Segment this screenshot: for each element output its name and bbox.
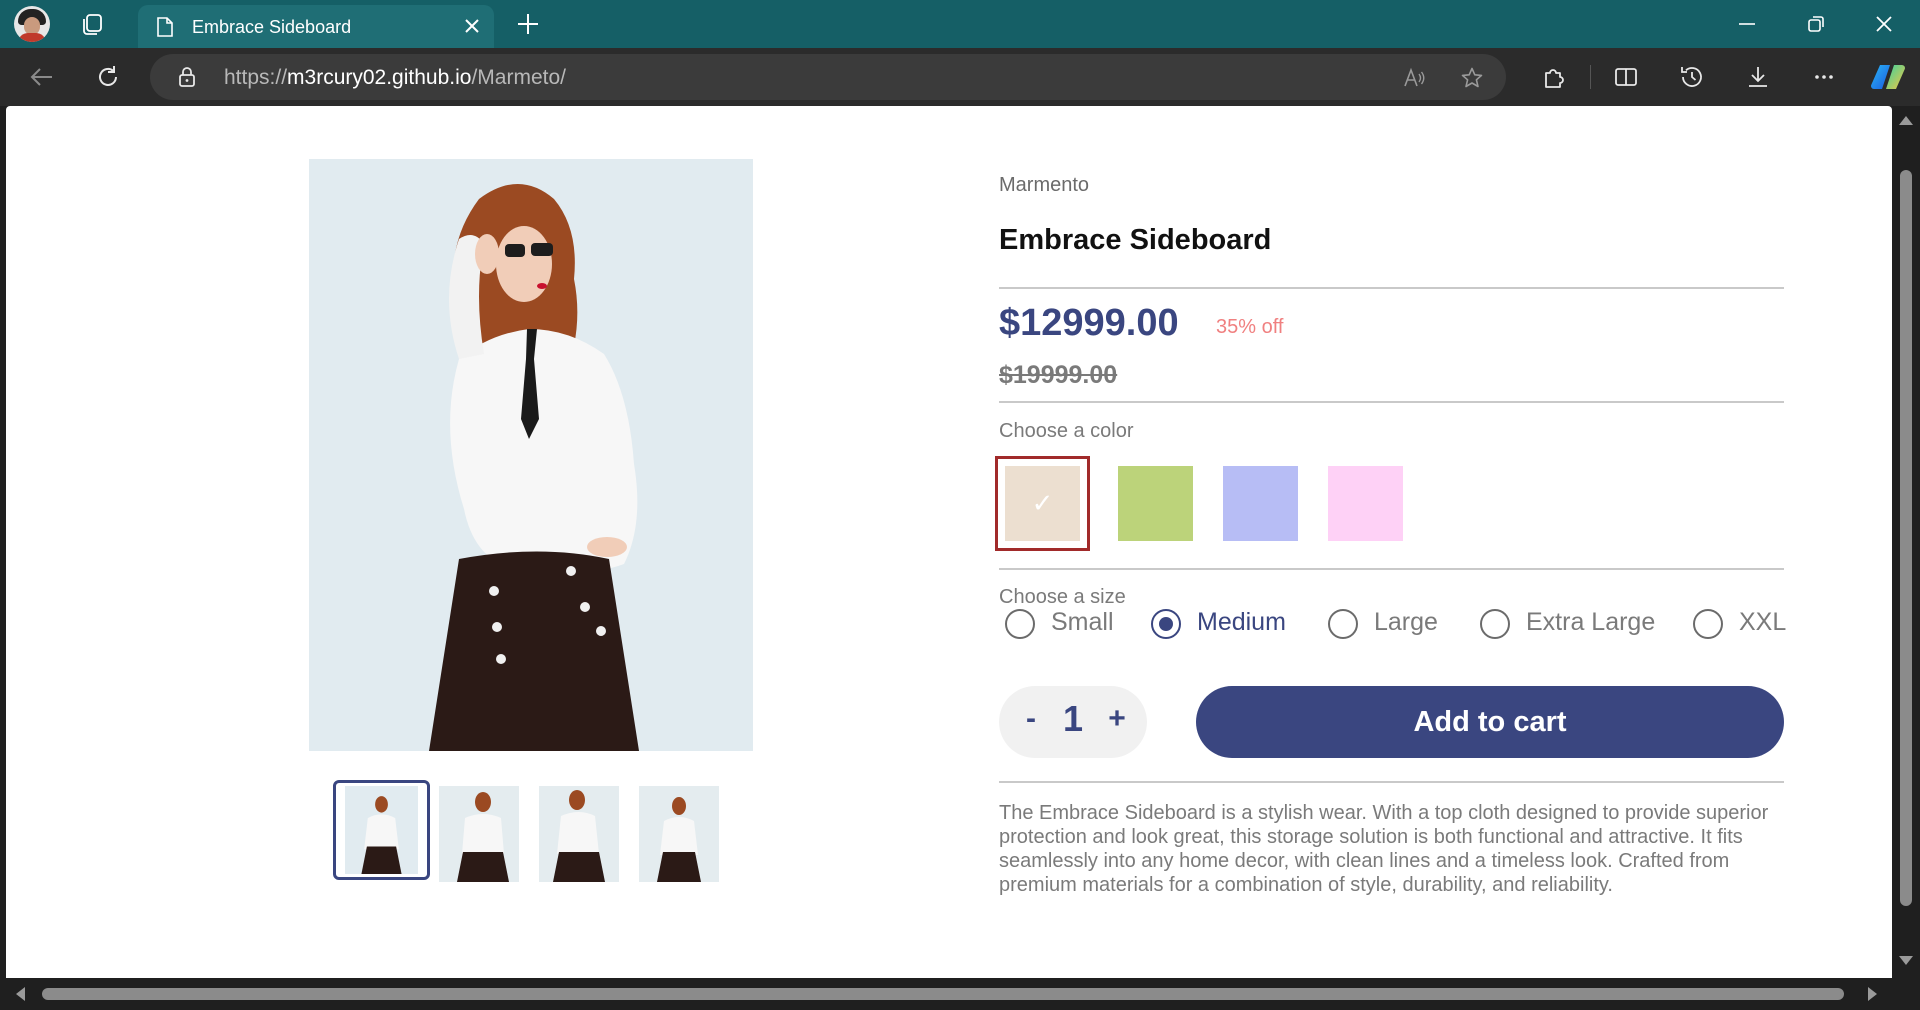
product-title: Embrace Sideboard — [999, 224, 1272, 256]
more-options-icon[interactable] — [1810, 63, 1838, 91]
scroll-right-icon[interactable] — [1868, 987, 1877, 1001]
workspaces-icon[interactable] — [78, 10, 106, 38]
size-radio[interactable] — [1151, 609, 1181, 639]
page-icon — [157, 17, 173, 37]
page-content: Marmento Embrace Sideboard $12999.00 35%… — [6, 106, 1892, 978]
size-label: Small — [1051, 608, 1114, 636]
scroll-thumb[interactable] — [42, 988, 1844, 1000]
toolbar-separator — [1590, 65, 1591, 89]
quantity-value: 1 — [1062, 698, 1084, 739]
color-swatch-3[interactable] — [1223, 466, 1298, 541]
refresh-icon[interactable] — [94, 63, 122, 91]
size-label: Medium — [1197, 608, 1286, 636]
size-radio[interactable] — [1328, 609, 1358, 639]
product-description: The Embrace Sideboard is a stylish wear.… — [999, 802, 1769, 896]
divider — [999, 568, 1784, 570]
size-label: XXL — [1739, 608, 1787, 636]
profile-avatar[interactable] — [14, 6, 50, 42]
size-radio[interactable] — [1693, 609, 1723, 639]
scroll-left-icon[interactable] — [16, 987, 25, 1001]
main-product-image — [309, 159, 753, 751]
compare-price: $19999.00 — [999, 361, 1118, 389]
back-arrow-icon[interactable] — [28, 63, 56, 91]
decrease-quantity-button[interactable]: - — [1021, 702, 1041, 736]
browser-tab-active[interactable]: Embrace Sideboard — [138, 5, 494, 48]
extensions-icon[interactable] — [1540, 63, 1568, 91]
increase-quantity-button[interactable]: + — [1105, 702, 1129, 736]
size-label: Large — [1374, 608, 1438, 636]
vertical-scrollbar[interactable] — [1892, 106, 1920, 978]
tab-title: Embrace Sideboard — [192, 17, 352, 37]
read-aloud-icon[interactable] — [1402, 66, 1426, 90]
thumbnail-2[interactable] — [439, 786, 519, 882]
size-radio[interactable] — [1480, 609, 1510, 639]
divider — [999, 401, 1784, 403]
restore-icon[interactable] — [1804, 12, 1828, 36]
scroll-down-icon[interactable] — [1899, 956, 1913, 965]
favorite-star-icon[interactable] — [1460, 66, 1484, 90]
thumbnail-4[interactable] — [639, 786, 719, 882]
horizontal-scrollbar[interactable] — [0, 978, 1892, 1010]
scroll-up-icon[interactable] — [1899, 116, 1913, 125]
close-window-icon[interactable] — [1872, 12, 1896, 36]
divider — [999, 287, 1784, 289]
scroll-thumb[interactable] — [1900, 170, 1912, 906]
discount-badge: 35% off — [1216, 316, 1284, 338]
size-radio[interactable] — [1005, 609, 1035, 639]
product-brand: Marmento — [999, 174, 1090, 196]
color-swatch-1[interactable]: ✓ — [995, 456, 1090, 551]
product-photo — [309, 159, 753, 751]
color-section-label: Choose a color — [999, 420, 1134, 442]
checkmark-icon: ✓ — [1031, 488, 1054, 518]
thumbnail-gallery — [333, 780, 753, 884]
color-swatch-2[interactable] — [1118, 466, 1193, 541]
browser-toolbar: https://m3rcury02.github.io/Marmeto/ — [0, 48, 1920, 106]
url-text[interactable]: https://m3rcury02.github.io/Marmeto/ — [224, 66, 566, 90]
thumbnail-1[interactable] — [333, 780, 430, 880]
quantity-stepper: - 1 + — [999, 686, 1147, 758]
downloads-icon[interactable] — [1744, 63, 1772, 91]
new-tab-icon[interactable] — [514, 10, 542, 38]
copilot-icon[interactable] — [1870, 61, 1906, 93]
color-swatch-4[interactable] — [1328, 466, 1403, 541]
browser-title-bar: Embrace Sideboard — [0, 0, 1920, 48]
size-label: Extra Large — [1526, 608, 1656, 636]
size-section-label: Choose a size — [999, 586, 1126, 608]
split-screen-icon[interactable] — [1612, 63, 1640, 91]
product-price: $12999.00 — [999, 302, 1179, 344]
thumbnail-3[interactable] — [539, 786, 619, 882]
add-to-cart-button[interactable]: Add to cart — [1196, 686, 1784, 758]
divider — [999, 781, 1784, 783]
minimize-icon[interactable] — [1735, 12, 1759, 36]
address-bar[interactable]: https://m3rcury02.github.io/Marmeto/ — [150, 54, 1506, 100]
history-icon[interactable] — [1678, 63, 1706, 91]
lock-icon[interactable] — [176, 66, 198, 88]
close-tab-icon[interactable] — [462, 16, 482, 36]
